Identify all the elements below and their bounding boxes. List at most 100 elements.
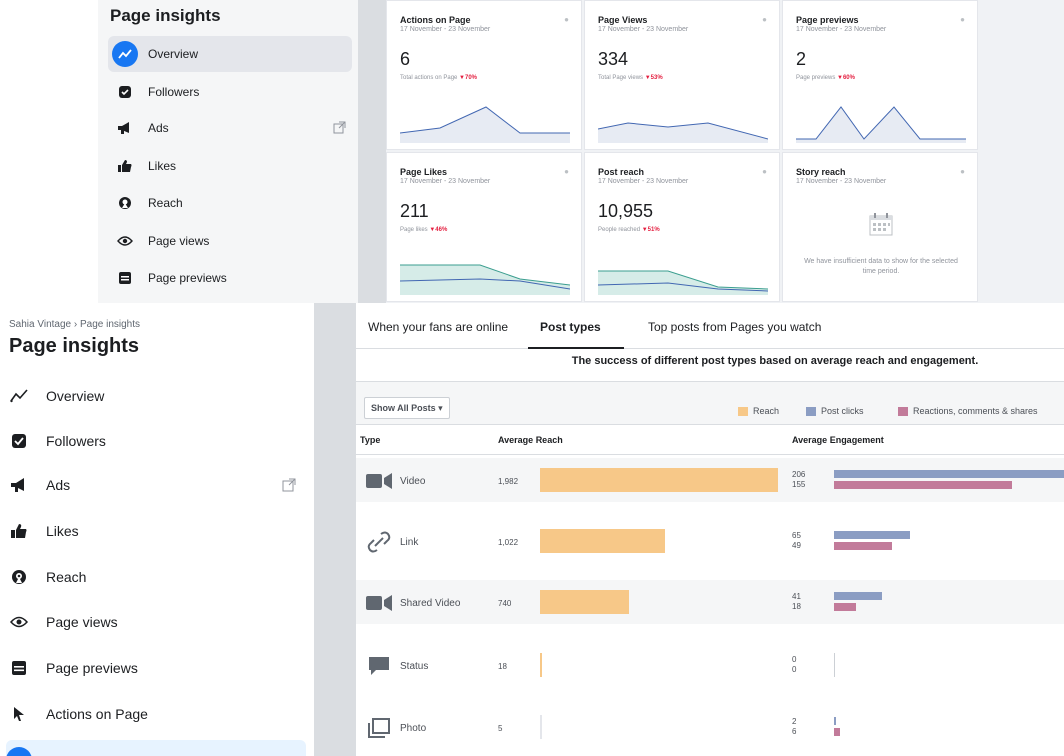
table-row[interactable]: Link 1,022 65 49 — [356, 519, 1064, 563]
info-icon[interactable]: ● — [564, 15, 569, 24]
external-link-icon[interactable] — [333, 121, 346, 139]
tab-post-types[interactable]: Post types — [540, 320, 601, 334]
calendar-icon — [869, 213, 893, 236]
tab-when-fans-online[interactable]: When your fans are online — [368, 320, 508, 334]
card-value: 334 — [598, 49, 629, 69]
sidebar-item-followers[interactable]: Followers — [108, 74, 352, 110]
sparkline-chart — [598, 122, 768, 143]
link-icon — [362, 531, 396, 553]
card-story-reach[interactable]: Story reach 17 November - 23 November ● … — [782, 152, 978, 302]
post-clicks-value: 41 — [792, 592, 801, 601]
card-subtitle: Page likes ▼46% — [400, 227, 447, 233]
column-header-average-reach[interactable]: Average Reach — [498, 435, 563, 445]
external-link-icon[interactable] — [282, 478, 296, 497]
reactions-value: 6 — [792, 727, 797, 736]
column-header-type[interactable]: Type — [360, 435, 380, 445]
card-page-views[interactable]: Page Views 17 November - 23 November ● 3… — [584, 0, 780, 150]
reach-bar — [540, 529, 665, 553]
sparkline-chart — [400, 106, 570, 143]
sidebar-item-reach[interactable]: Reach — [6, 557, 306, 597]
sidebar-item-page-previews[interactable]: Page previews — [6, 648, 306, 688]
info-icon[interactable]: ● — [960, 167, 965, 176]
breadcrumb[interactable]: Sahia Vintage › Page insights — [9, 319, 140, 330]
sidebar-item-label: Reach — [46, 569, 87, 585]
card-date: 17 November - 23 November — [400, 26, 491, 33]
sidebar-item-label: Page views — [46, 614, 118, 630]
sidebar-item-overview[interactable]: Overview — [6, 376, 306, 416]
delta-badge: ▼70% — [459, 75, 477, 81]
info-icon[interactable]: ● — [564, 167, 569, 176]
card-page-likes[interactable]: Page Likes 17 November - 23 November ● 2… — [386, 152, 582, 302]
show-all-posts-dropdown[interactable]: Show All Posts ▾ — [364, 397, 450, 419]
sidebar-item-label: Reach — [148, 196, 183, 210]
card-actions-on-page[interactable]: Actions on Page 17 November - 23 Novembe… — [386, 0, 582, 150]
tab-top-posts[interactable]: Top posts from Pages you watch — [648, 320, 821, 334]
sidebar-item-ads[interactable]: Ads — [6, 465, 306, 505]
post-type-label: Video — [400, 476, 426, 487]
card-title: Page Likes — [400, 167, 448, 177]
table-row[interactable]: Video 1,982 206 155 — [356, 458, 1064, 502]
sidebar-item-reach[interactable]: Reach — [108, 185, 352, 221]
table-row[interactable]: Photo 5 2 6 — [356, 705, 1064, 749]
sparkline-chart — [796, 106, 966, 143]
post-clicks-value: 0 — [792, 655, 797, 664]
sidebar-item-label: Page previews — [46, 660, 138, 676]
card-date: 17 November - 23 November — [598, 26, 689, 33]
page-preview-icon — [112, 265, 138, 291]
sidebar-item-likes[interactable]: Likes — [6, 511, 306, 551]
photo-icon — [362, 717, 396, 739]
panel-subtitle: The success of different post types base… — [571, 355, 979, 367]
status-icon — [362, 655, 396, 677]
legend-reactions: Reactions, comments & shares — [898, 406, 1038, 416]
card-sub-label: People reached — [598, 227, 641, 233]
thumbs-up-icon — [6, 518, 32, 544]
sidebar-item-actions-on-page[interactable]: Actions on Page — [6, 694, 306, 734]
table-row[interactable]: Shared Video 740 41 18 — [356, 580, 1064, 624]
info-icon[interactable]: ● — [762, 15, 767, 24]
post-types-icon — [6, 747, 32, 756]
card-title: Post reach — [598, 167, 645, 177]
reach-bar — [540, 715, 542, 739]
video-icon — [362, 592, 396, 614]
column-header-average-engagement[interactable]: Average Engagement — [792, 435, 884, 445]
followers-icon — [112, 79, 138, 105]
sidebar-item-label: Ads — [46, 477, 71, 493]
post-types-panel: When your fans are online Post types Top… — [356, 303, 1064, 756]
sidebar-item-overview[interactable]: Overview — [108, 36, 352, 72]
reach-bar — [540, 590, 629, 614]
post-clicks-value: 2 — [792, 717, 797, 726]
card-post-reach[interactable]: Post reach 17 November - 23 November ● 1… — [584, 152, 780, 302]
info-icon[interactable]: ● — [762, 167, 767, 176]
active-tab-indicator — [528, 347, 624, 349]
legend-post-clicks: Post clicks — [806, 406, 864, 416]
average-reach-value: 18 — [498, 662, 507, 671]
table-row[interactable]: Status 18 0 0 — [356, 643, 1064, 687]
reactions-bar — [834, 542, 892, 550]
card-subtitle: People reached ▼51% — [598, 227, 660, 233]
card-title: Page previews — [796, 15, 859, 25]
sidebar-item-ads[interactable]: Ads — [108, 110, 352, 146]
reach-icon — [112, 190, 138, 216]
sidebar-item-label: Followers — [148, 85, 200, 99]
info-icon[interactable]: ● — [960, 15, 965, 24]
sidebar-item-page-views[interactable]: Page views — [108, 223, 352, 259]
megaphone-icon — [6, 472, 32, 498]
sidebar-item-active[interactable] — [6, 740, 306, 756]
table-header: Type Average Reach Average Engagement — [356, 427, 1064, 455]
sparkline-chart — [400, 264, 570, 295]
average-reach-value: 1,982 — [498, 477, 519, 486]
sidebar-item-likes[interactable]: Likes — [108, 148, 352, 184]
sidebar-item-followers[interactable]: Followers — [6, 421, 306, 461]
sidebar-item-page-views[interactable]: Page views — [6, 602, 306, 642]
card-date: 17 November - 23 November — [796, 26, 887, 33]
top-screenshot: Page insights Overview Followers Ads Lik… — [0, 0, 1064, 303]
card-value: 10,955 — [598, 201, 654, 221]
reactions-bar — [834, 728, 840, 736]
sidebar-item-page-previews[interactable]: Page previews — [108, 260, 352, 296]
post-type-label: Status — [400, 661, 429, 672]
post-type-label: Photo — [400, 723, 427, 734]
legend-label: Post clicks — [821, 406, 864, 416]
legend-label: Reactions, comments & shares — [913, 406, 1038, 416]
card-page-previews[interactable]: Page previews 17 November - 23 November … — [782, 0, 978, 150]
card-date: 17 November - 23 November — [400, 178, 491, 185]
